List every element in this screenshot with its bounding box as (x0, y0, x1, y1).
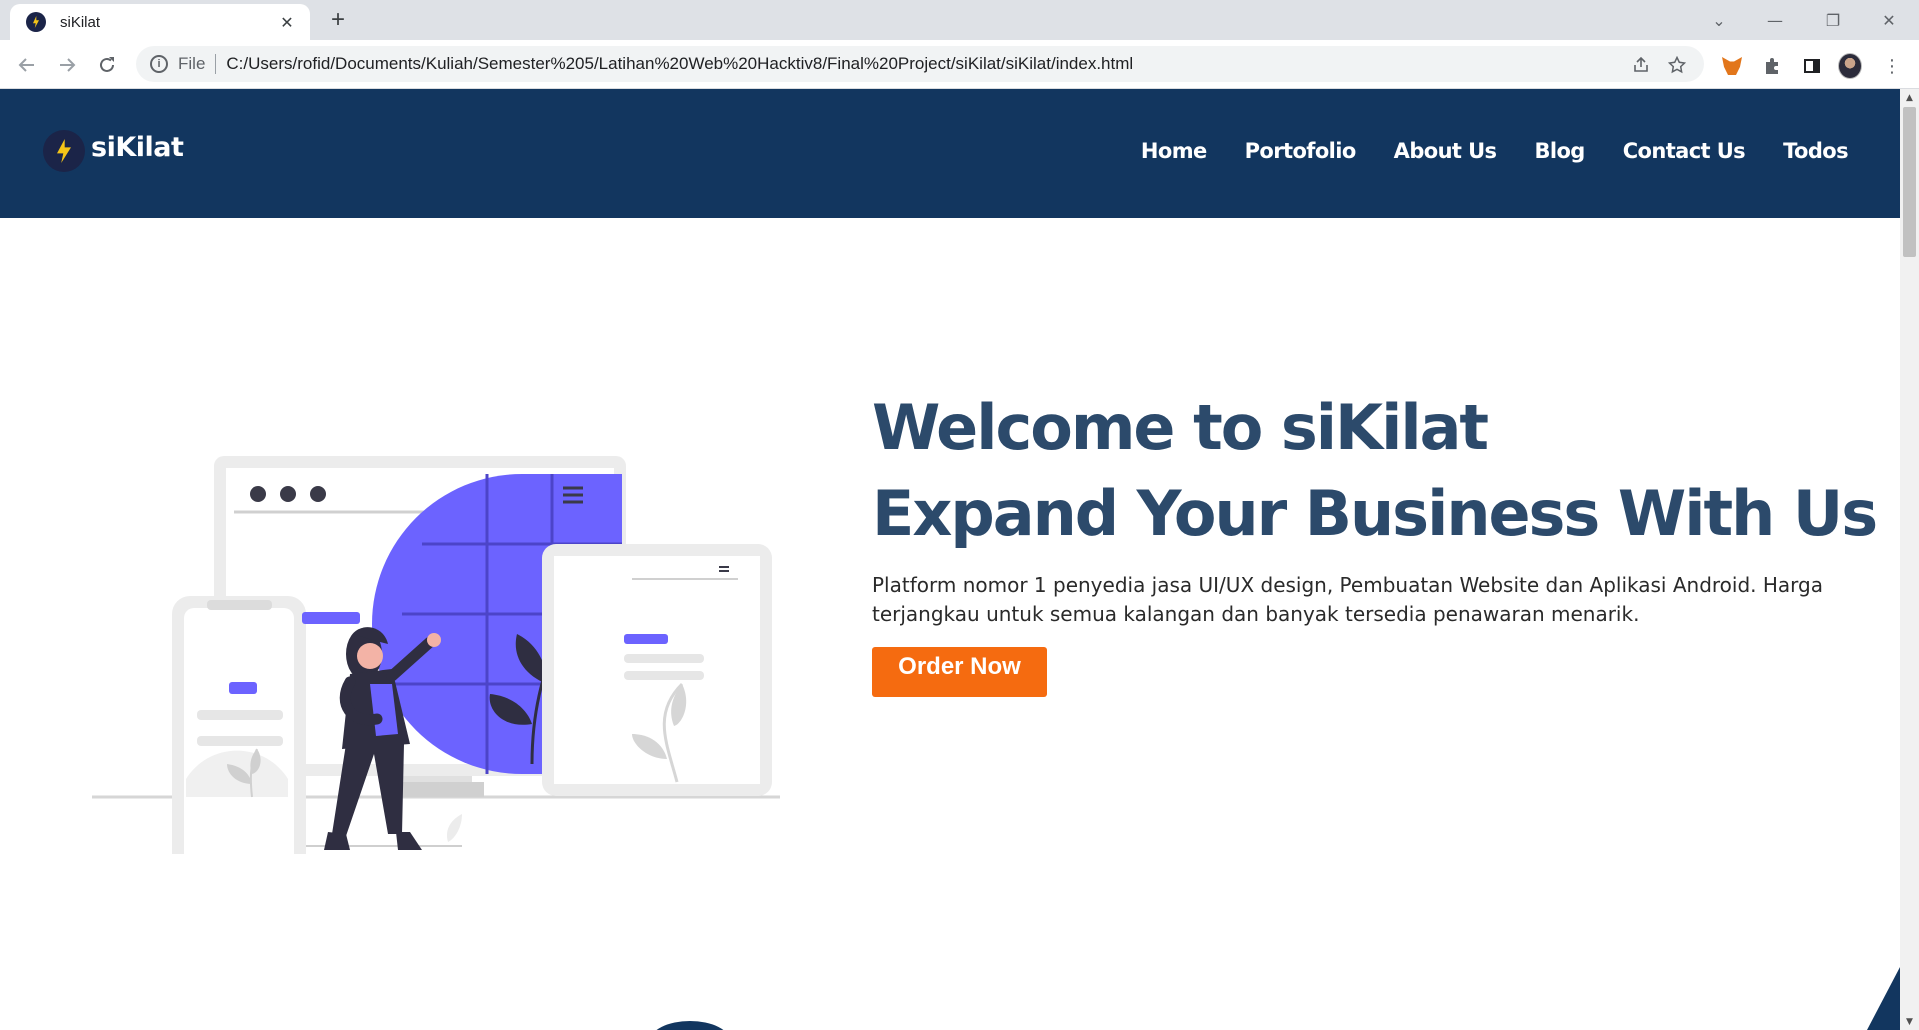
bookmark-star-icon[interactable] (1666, 54, 1688, 76)
metamask-fox-icon[interactable] (1720, 54, 1744, 78)
browser-toolbar: i File C:/Users/rofid/Documents/Kuliah/S… (0, 40, 1919, 89)
extensions-puzzle-icon[interactable] (1760, 54, 1784, 78)
lightning-logo-icon (43, 130, 85, 172)
scroll-up-arrow-icon[interactable]: ▲ (1900, 89, 1919, 106)
nav-link-todos[interactable]: Todos (1783, 139, 1849, 163)
reload-icon[interactable] (92, 50, 122, 80)
omnibox-divider (215, 54, 217, 74)
url-text[interactable]: C:/Users/rofid/Documents/Kuliah/Semester… (226, 54, 1133, 74)
hero-title-line-2: Expand Your Business With Us (872, 477, 1878, 550)
side-panel-icon[interactable] (1800, 54, 1824, 78)
forward-icon[interactable] (52, 50, 82, 80)
file-scheme-label: File (178, 54, 206, 73)
hero-illustration (92, 456, 780, 854)
kebab-menu-icon[interactable]: ⋮ (1880, 54, 1904, 78)
nav-link-about-us[interactable]: About Us (1394, 139, 1497, 163)
new-tab-button[interactable]: + (325, 8, 351, 34)
nav-link-blog[interactable]: Blog (1534, 139, 1585, 163)
address-bar[interactable]: i File C:/Users/rofid/Documents/Kuliah/S… (136, 46, 1704, 82)
nav-link-home[interactable]: Home (1141, 139, 1207, 163)
hero-title-line-1: Welcome to siKilat (872, 391, 1489, 464)
share-icon[interactable] (1630, 54, 1652, 76)
main-navigation: Home Portofolio About Us Blog Contact Us… (1141, 139, 1849, 163)
tab-favicon-icon (26, 12, 46, 32)
corner-decoration (1867, 967, 1900, 1030)
nav-link-contact-us[interactable]: Contact Us (1623, 139, 1746, 163)
order-now-button[interactable]: Order Now (872, 647, 1047, 697)
minimize-button[interactable]: — (1752, 6, 1798, 34)
next-section-shape (650, 1021, 730, 1030)
hero-description: Platform nomor 1 penyedia jasa UI/UX des… (872, 573, 1823, 626)
hero-section: Welcome to siKilat Expand Your Business … (872, 385, 1878, 697)
tab-close-icon[interactable]: ✕ (276, 11, 298, 33)
site-header: siKilat Home Portofolio About Us Blog Co… (0, 89, 1900, 218)
profile-avatar[interactable] (1838, 53, 1862, 79)
page-viewport: siKilat Home Portofolio About Us Blog Co… (0, 89, 1900, 1030)
info-icon[interactable]: i (150, 55, 168, 73)
tab-search-chevron-icon[interactable]: ⌄ (1696, 6, 1742, 34)
nav-link-portofolio[interactable]: Portofolio (1245, 139, 1357, 163)
scroll-down-arrow-icon[interactable]: ▼ (1900, 1013, 1919, 1030)
logo-text: siKilat (91, 131, 184, 163)
close-window-button[interactable]: ✕ (1866, 6, 1912, 34)
site-logo[interactable]: siKilat (43, 130, 184, 172)
page-scrollbar[interactable]: ▲ ▼ (1900, 89, 1919, 1030)
browser-tab[interactable]: siKilat ✕ (10, 4, 310, 40)
tab-title: siKilat (60, 13, 101, 31)
restore-button[interactable]: ❐ (1810, 6, 1856, 34)
browser-tab-strip: siKilat ✕ + ⌄ — ❐ ✕ (0, 0, 1919, 40)
back-icon[interactable] (12, 50, 42, 80)
scrollbar-thumb[interactable] (1903, 107, 1916, 257)
